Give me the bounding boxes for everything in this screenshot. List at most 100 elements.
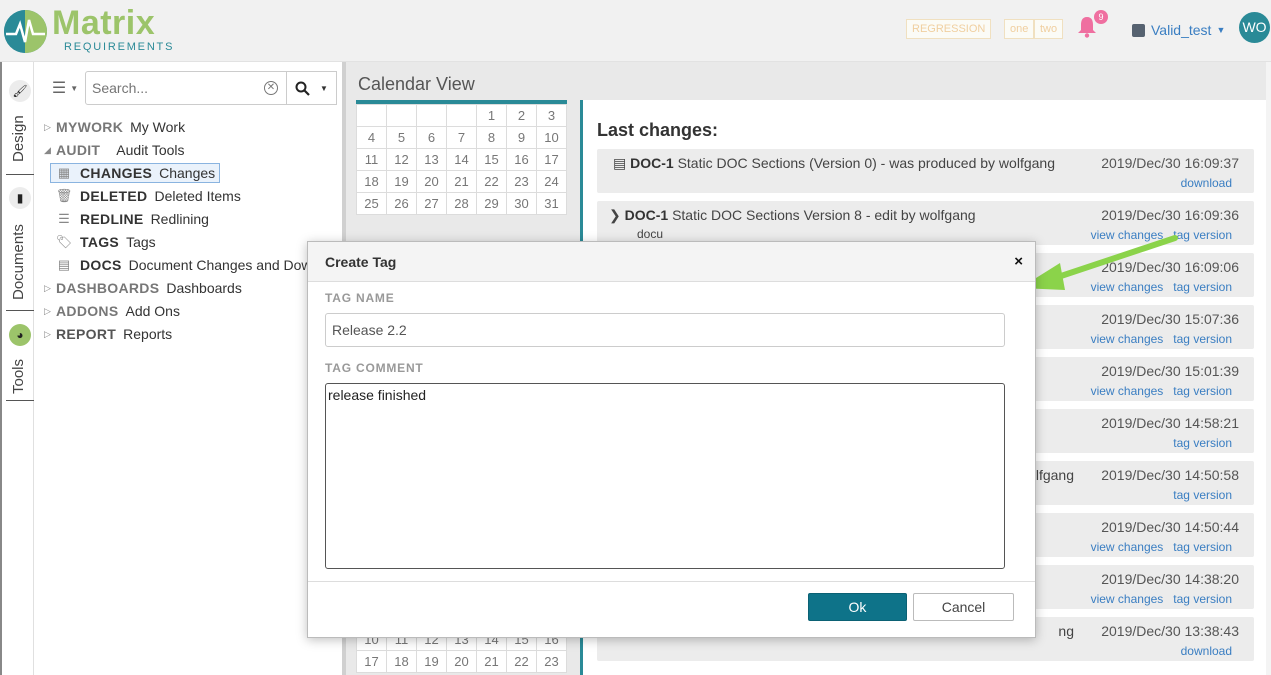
download-link[interactable]: download — [1181, 176, 1232, 190]
calendar-day[interactable]: 27 — [416, 192, 447, 215]
calendar-day[interactable]: 9 — [506, 126, 537, 149]
collapse-icon[interactable]: ◢ — [44, 145, 56, 156]
calendar-day[interactable]: 22 — [506, 650, 537, 673]
tree-node-deleted[interactable]: 🗑 DELETED Deleted Items — [53, 186, 241, 206]
node-name: Audit Tools — [116, 142, 185, 158]
view-changes-link[interactable]: view changes — [1091, 592, 1164, 606]
calendar-day[interactable]: 1 — [476, 104, 507, 127]
calendar-day[interactable]: 3 — [536, 104, 567, 127]
calendar-day[interactable]: 30 — [506, 192, 537, 215]
tree-node-dashboards[interactable]: ▷ DASHBOARDS Dashboards — [44, 278, 242, 298]
calendar-day[interactable]: 22 — [476, 170, 507, 193]
expand-icon[interactable]: ▷ — [44, 283, 56, 294]
calendar-day[interactable]: 18 — [356, 170, 387, 193]
calendar-day[interactable]: 4 — [356, 126, 387, 149]
change-item-id[interactable]: DOC-1 — [630, 155, 674, 171]
tag-version-link[interactable]: tag version — [1173, 592, 1232, 606]
node-name: Deleted Items — [154, 188, 241, 204]
tab-tools[interactable]: ◕ Tools — [6, 324, 34, 394]
view-changes-link[interactable]: view changes — [1091, 332, 1164, 346]
tag-name-input[interactable] — [325, 313, 1005, 347]
tag-version-link[interactable]: tag version — [1173, 384, 1232, 398]
calendar-day[interactable]: 16 — [506, 148, 537, 171]
change-text: lfgang — [1035, 467, 1074, 483]
ok-button[interactable]: Ok — [808, 593, 907, 621]
view-changes-link[interactable]: view changes — [1091, 540, 1164, 554]
calendar-day[interactable]: 2 — [506, 104, 537, 127]
view-changes-link[interactable]: view changes — [1091, 384, 1164, 398]
calendar-day[interactable]: 14 — [446, 148, 477, 171]
calendar-day[interactable]: 10 — [536, 126, 567, 149]
tag-version-link[interactable]: tag version — [1173, 332, 1232, 346]
project-name: Valid_test — [1151, 22, 1212, 38]
tag-version-link[interactable]: tag version — [1173, 540, 1232, 554]
calendar-day[interactable]: 24 — [536, 170, 567, 193]
cancel-button[interactable]: Cancel — [913, 593, 1014, 621]
calendar-day[interactable]: 20 — [416, 170, 447, 193]
calendar-day[interactable]: 20 — [446, 650, 477, 673]
close-icon[interactable]: × — [1014, 253, 1023, 270]
calendar-day[interactable]: 29 — [476, 192, 507, 215]
regression-badge[interactable]: REGRESSION — [906, 19, 992, 39]
calendar-day — [356, 104, 387, 127]
tree-node-tags[interactable]: 🏷 TAGS Tags — [53, 232, 156, 252]
download-link[interactable]: download — [1181, 644, 1232, 658]
tree-menu-button[interactable]: ☰ ▼ — [42, 71, 88, 105]
user-avatar[interactable]: WO — [1239, 12, 1270, 43]
calendar-day[interactable]: 8 — [476, 126, 507, 149]
calendar-day[interactable]: 12 — [386, 148, 417, 171]
brush-icon: 🖌 — [9, 80, 31, 102]
search-icon — [295, 81, 310, 96]
calendar-day[interactable]: 21 — [446, 170, 477, 193]
change-links: download — [1171, 644, 1232, 658]
calendar-day[interactable]: 19 — [386, 170, 417, 193]
pill-two[interactable]: two — [1034, 19, 1064, 39]
calendar-day[interactable]: 5 — [386, 126, 417, 149]
matrix-logo[interactable]: Matrix REQUIREMENTS — [4, 4, 174, 56]
tag-version-link[interactable]: tag version — [1173, 488, 1232, 502]
expand-icon[interactable]: ▷ — [44, 329, 56, 340]
pill-one[interactable]: one — [1004, 19, 1035, 39]
tag-version-link[interactable]: tag version — [1173, 436, 1232, 450]
calendar-day[interactable]: 21 — [476, 650, 507, 673]
calendar-day[interactable]: 11 — [356, 148, 387, 171]
calendar-day[interactable]: 18 — [386, 650, 417, 673]
project-selector[interactable]: Valid_test ▼ — [1132, 20, 1225, 40]
expand-icon[interactable]: ▷ — [44, 306, 56, 317]
calendar-day[interactable]: 28 — [446, 192, 477, 215]
tree-node-report[interactable]: ▷ REPORT Reports — [44, 324, 172, 344]
calendar-day[interactable]: 13 — [416, 148, 447, 171]
calendar-day[interactable]: 17 — [356, 650, 387, 673]
calendar-day[interactable]: 17 — [536, 148, 567, 171]
search-button[interactable]: ▼ — [287, 71, 337, 105]
calendar-day[interactable]: 26 — [386, 192, 417, 215]
tree-node-changes[interactable]: ▦ CHANGES Changes — [50, 163, 221, 183]
calendar-day[interactable]: 23 — [506, 170, 537, 193]
calendar-day[interactable]: 6 — [416, 126, 447, 149]
tag-version-link[interactable]: tag version — [1173, 228, 1232, 242]
clear-search-icon[interactable]: ✕ — [264, 81, 278, 95]
search-input[interactable] — [86, 72, 256, 104]
change-item-id[interactable]: DOC-1 — [625, 207, 669, 223]
view-changes-link[interactable]: view changes — [1091, 228, 1164, 242]
calendar-day[interactable]: 19 — [416, 650, 447, 673]
tree-node-audit[interactable]: ◢ AUDIT Audit Tools — [44, 140, 185, 160]
tab-documents-label: Documents — [10, 224, 27, 300]
tag-version-link[interactable]: tag version — [1173, 280, 1232, 294]
tab-design[interactable]: 🖌 Design — [6, 80, 34, 162]
tab-documents[interactable]: ▮ Documents — [6, 187, 34, 300]
page-scrollbar[interactable] — [1266, 62, 1271, 675]
tree-node-redline[interactable]: ☰ REDLINE Redlining — [53, 209, 209, 229]
calendar-day[interactable]: 7 — [446, 126, 477, 149]
calendar-day[interactable]: 23 — [536, 650, 567, 673]
node-name: Redlining — [150, 211, 209, 227]
expand-icon[interactable]: ▷ — [44, 122, 56, 133]
calendar-day[interactable]: 31 — [536, 192, 567, 215]
tag-comment-input[interactable]: release finished — [325, 383, 1005, 569]
tree-node-mywork[interactable]: ▷ MYWORK My Work — [44, 117, 185, 137]
tree-node-addons[interactable]: ▷ ADDONS Add Ons — [44, 301, 180, 321]
chevron-right-icon[interactable]: ❯ — [609, 207, 625, 223]
calendar-day[interactable]: 15 — [476, 148, 507, 171]
calendar-day[interactable]: 25 — [356, 192, 387, 215]
view-changes-link[interactable]: view changes — [1091, 280, 1164, 294]
